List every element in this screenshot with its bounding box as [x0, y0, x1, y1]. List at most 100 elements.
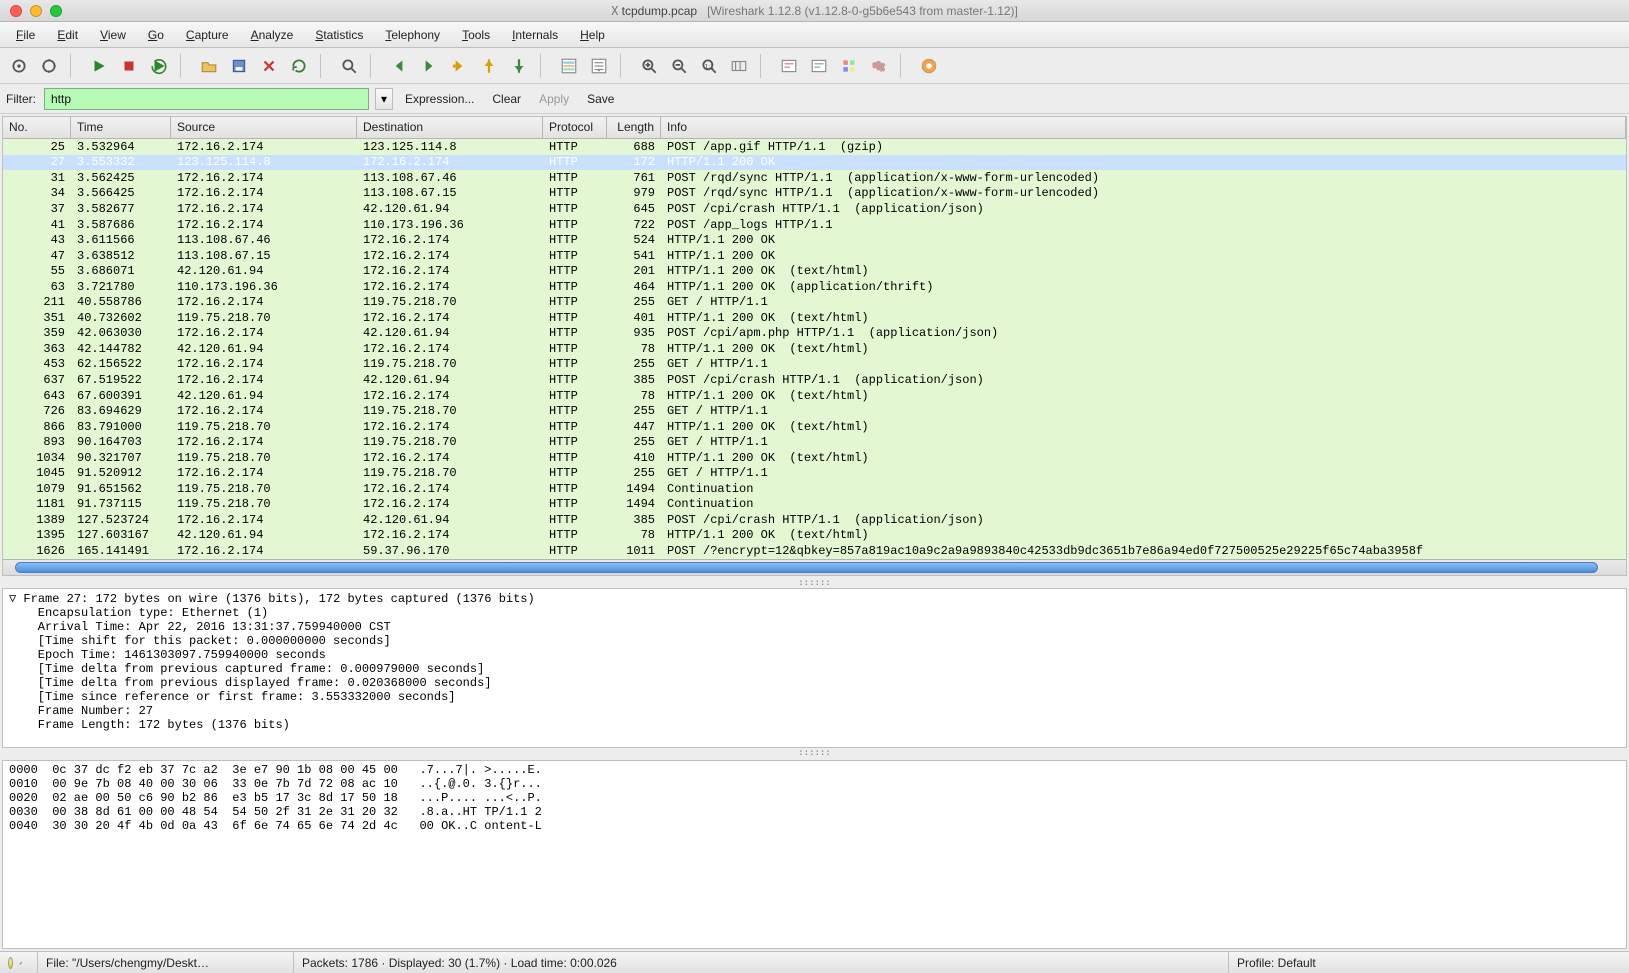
- packet-row[interactable]: 107991.651562119.75.218.70172.16.2.174HT…: [3, 481, 1626, 497]
- packet-details-pane[interactable]: ▽ Frame 27: 172 bytes on wire (1376 bits…: [2, 588, 1627, 748]
- packet-row[interactable]: 21140.558786172.16.2.174119.75.218.70HTT…: [3, 294, 1626, 310]
- packet-row[interactable]: 373.582677172.16.2.17442.120.61.94HTTP64…: [3, 201, 1626, 217]
- title-app-info: [Wireshark 1.12.8 (v1.12.8-0-g5b6e543 fr…: [707, 4, 1018, 18]
- packet-row[interactable]: 63767.519522172.16.2.17442.120.61.94HTTP…: [3, 372, 1626, 388]
- packet-row[interactable]: 104591.520912172.16.2.174119.75.218.70HT…: [3, 465, 1626, 481]
- menu-help[interactable]: Help: [570, 25, 615, 45]
- menu-go[interactable]: Go: [138, 25, 174, 45]
- toolbar-start-icon[interactable]: [86, 53, 112, 79]
- filter-bar: Filter: ▾ Expression... Clear Apply Save: [0, 84, 1629, 114]
- filter-save-button[interactable]: Save: [581, 90, 620, 108]
- packet-row[interactable]: 118191.737115119.75.218.70172.16.2.174HT…: [3, 497, 1626, 513]
- toolbar-colorize-icon[interactable]: [556, 53, 582, 79]
- packet-row[interactable]: 36342.14478242.120.61.94172.16.2.174HTTP…: [3, 341, 1626, 357]
- col-header-no[interactable]: No.: [3, 117, 71, 138]
- packet-row[interactable]: 273.553332123.125.114.8172.16.2.174HTTP1…: [3, 155, 1626, 171]
- main-toolbar: 1:1: [0, 48, 1629, 84]
- pane-separator-2[interactable]: ::::::: [0, 748, 1629, 758]
- toolbar-displayfilter-icon[interactable]: [806, 53, 832, 79]
- toolbar-zoomout-icon[interactable]: [666, 53, 692, 79]
- menu-statistics[interactable]: Statistics: [305, 25, 373, 45]
- toolbar-restart-icon[interactable]: [146, 53, 172, 79]
- packet-list-hscroll[interactable]: [3, 559, 1626, 575]
- toolbar-goto-icon[interactable]: [446, 53, 472, 79]
- packet-row[interactable]: 633.721780110.173.196.36172.16.2.174HTTP…: [3, 279, 1626, 295]
- toolbar-resize-icon[interactable]: [726, 53, 752, 79]
- packet-row[interactable]: 72683.694629172.16.2.174119.75.218.70HTT…: [3, 403, 1626, 419]
- status-packets: Packets: 1786 · Displayed: 30 (1.7%) · L…: [294, 952, 1229, 973]
- col-header-protocol[interactable]: Protocol: [543, 117, 607, 138]
- toolbar-find-icon[interactable]: [336, 53, 362, 79]
- close-window-button[interactable]: [10, 5, 22, 17]
- packet-row[interactable]: 64367.60039142.120.61.94172.16.2.174HTTP…: [3, 388, 1626, 404]
- toolbar-prefs-icon[interactable]: [866, 53, 892, 79]
- packet-row[interactable]: 35140.732602119.75.218.70172.16.2.174HTT…: [3, 310, 1626, 326]
- packet-list-body[interactable]: 253.532964172.16.2.174123.125.114.8HTTP6…: [3, 139, 1626, 559]
- packet-row[interactable]: 1626165.141491172.16.2.17459.37.96.170HT…: [3, 543, 1626, 559]
- packet-list-pane: No. Time Source Destination Protocol Len…: [2, 116, 1627, 576]
- packet-row[interactable]: 1389127.523724172.16.2.17442.120.61.94HT…: [3, 512, 1626, 528]
- packet-row[interactable]: 433.611566113.108.67.46172.16.2.174HTTP5…: [3, 232, 1626, 248]
- toolbar-capturefilter-icon[interactable]: [776, 53, 802, 79]
- toolbar-back-icon[interactable]: [386, 53, 412, 79]
- zoom-window-button[interactable]: [50, 5, 62, 17]
- filter-input[interactable]: [44, 88, 369, 110]
- menu-internals[interactable]: Internals: [502, 25, 568, 45]
- filter-expression-button[interactable]: Expression...: [399, 90, 480, 108]
- packet-row[interactable]: 86683.791000119.75.218.70172.16.2.174HTT…: [3, 419, 1626, 435]
- menu-file[interactable]: File: [6, 25, 45, 45]
- packet-row[interactable]: 35942.063030172.16.2.17442.120.61.94HTTP…: [3, 326, 1626, 342]
- expert-info-led-icon[interactable]: [8, 957, 13, 969]
- title-file: tcpdump.pcap: [622, 4, 697, 18]
- col-header-length[interactable]: Length: [607, 117, 661, 138]
- window-titlebar: X tcpdump.pcap [Wireshark 1.12.8 (v1.12.…: [0, 0, 1629, 22]
- col-header-info[interactable]: Info: [661, 117, 1626, 138]
- menu-telephony[interactable]: Telephony: [375, 25, 450, 45]
- toolbar-interfaces-icon[interactable]: [6, 53, 32, 79]
- toolbar-zoomin-icon[interactable]: [636, 53, 662, 79]
- packet-row[interactable]: 89390.164703172.16.2.174119.75.218.70HTT…: [3, 434, 1626, 450]
- toolbar-stop-icon[interactable]: [116, 53, 142, 79]
- capture-comment-icon[interactable]: [19, 956, 23, 970]
- status-profile[interactable]: Profile: Default: [1229, 952, 1629, 973]
- packet-row[interactable]: 45362.156522172.16.2.174119.75.218.70HTT…: [3, 357, 1626, 373]
- svg-text:1:1: 1:1: [705, 63, 715, 70]
- packet-row[interactable]: 473.638512113.108.67.15172.16.2.174HTTP5…: [3, 248, 1626, 264]
- packet-row[interactable]: 1395127.60316742.120.61.94172.16.2.174HT…: [3, 528, 1626, 544]
- menu-view[interactable]: View: [90, 25, 136, 45]
- packet-row[interactable]: 343.566425172.16.2.174113.108.67.15HTTP9…: [3, 186, 1626, 202]
- toolbar-close-icon[interactable]: [256, 53, 282, 79]
- filter-label: Filter:: [6, 92, 38, 106]
- packet-row[interactable]: 253.532964172.16.2.174123.125.114.8HTTP6…: [3, 139, 1626, 155]
- packet-row[interactable]: 413.587686172.16.2.174110.173.196.36HTTP…: [3, 217, 1626, 233]
- toolbar-options-icon[interactable]: [36, 53, 62, 79]
- menu-edit[interactable]: Edit: [47, 25, 88, 45]
- col-header-source[interactable]: Source: [171, 117, 357, 138]
- packet-row[interactable]: 313.562425172.16.2.174113.108.67.46HTTP7…: [3, 170, 1626, 186]
- col-header-time[interactable]: Time: [71, 117, 171, 138]
- col-header-destination[interactable]: Destination: [357, 117, 543, 138]
- filter-apply-button[interactable]: Apply: [533, 90, 575, 108]
- packet-list-header[interactable]: No. Time Source Destination Protocol Len…: [3, 117, 1626, 139]
- toolbar-autoscroll-icon[interactable]: [586, 53, 612, 79]
- toolbar-save-icon[interactable]: [226, 53, 252, 79]
- toolbar-reload-icon[interactable]: [286, 53, 312, 79]
- minimize-window-button[interactable]: [30, 5, 42, 17]
- packet-row[interactable]: 103490.321707119.75.218.70172.16.2.174HT…: [3, 450, 1626, 466]
- filter-clear-button[interactable]: Clear: [486, 90, 527, 108]
- packet-bytes-pane[interactable]: 0000 0c 37 dc f2 eb 37 7c a2 3e e7 90 1b…: [2, 760, 1627, 949]
- menu-analyze[interactable]: Analyze: [241, 25, 304, 45]
- toolbar-help-icon[interactable]: [916, 53, 942, 79]
- toolbar-open-icon[interactable]: [196, 53, 222, 79]
- toolbar-coloringrules-icon[interactable]: [836, 53, 862, 79]
- packet-row[interactable]: 553.68607142.120.61.94172.16.2.174HTTP20…: [3, 263, 1626, 279]
- menu-capture[interactable]: Capture: [176, 25, 239, 45]
- toolbar-gofirst-icon[interactable]: [476, 53, 502, 79]
- toolbar-forward-icon[interactable]: [416, 53, 442, 79]
- menu-tools[interactable]: Tools: [452, 25, 500, 45]
- toolbar-zoom100-icon[interactable]: 1:1: [696, 53, 722, 79]
- filter-dropdown-button[interactable]: ▾: [375, 88, 393, 110]
- pane-separator[interactable]: ::::::: [0, 578, 1629, 588]
- toolbar-golast-icon[interactable]: [506, 53, 532, 79]
- status-file: File: "/Users/chengmy/Deskt…: [38, 952, 294, 973]
